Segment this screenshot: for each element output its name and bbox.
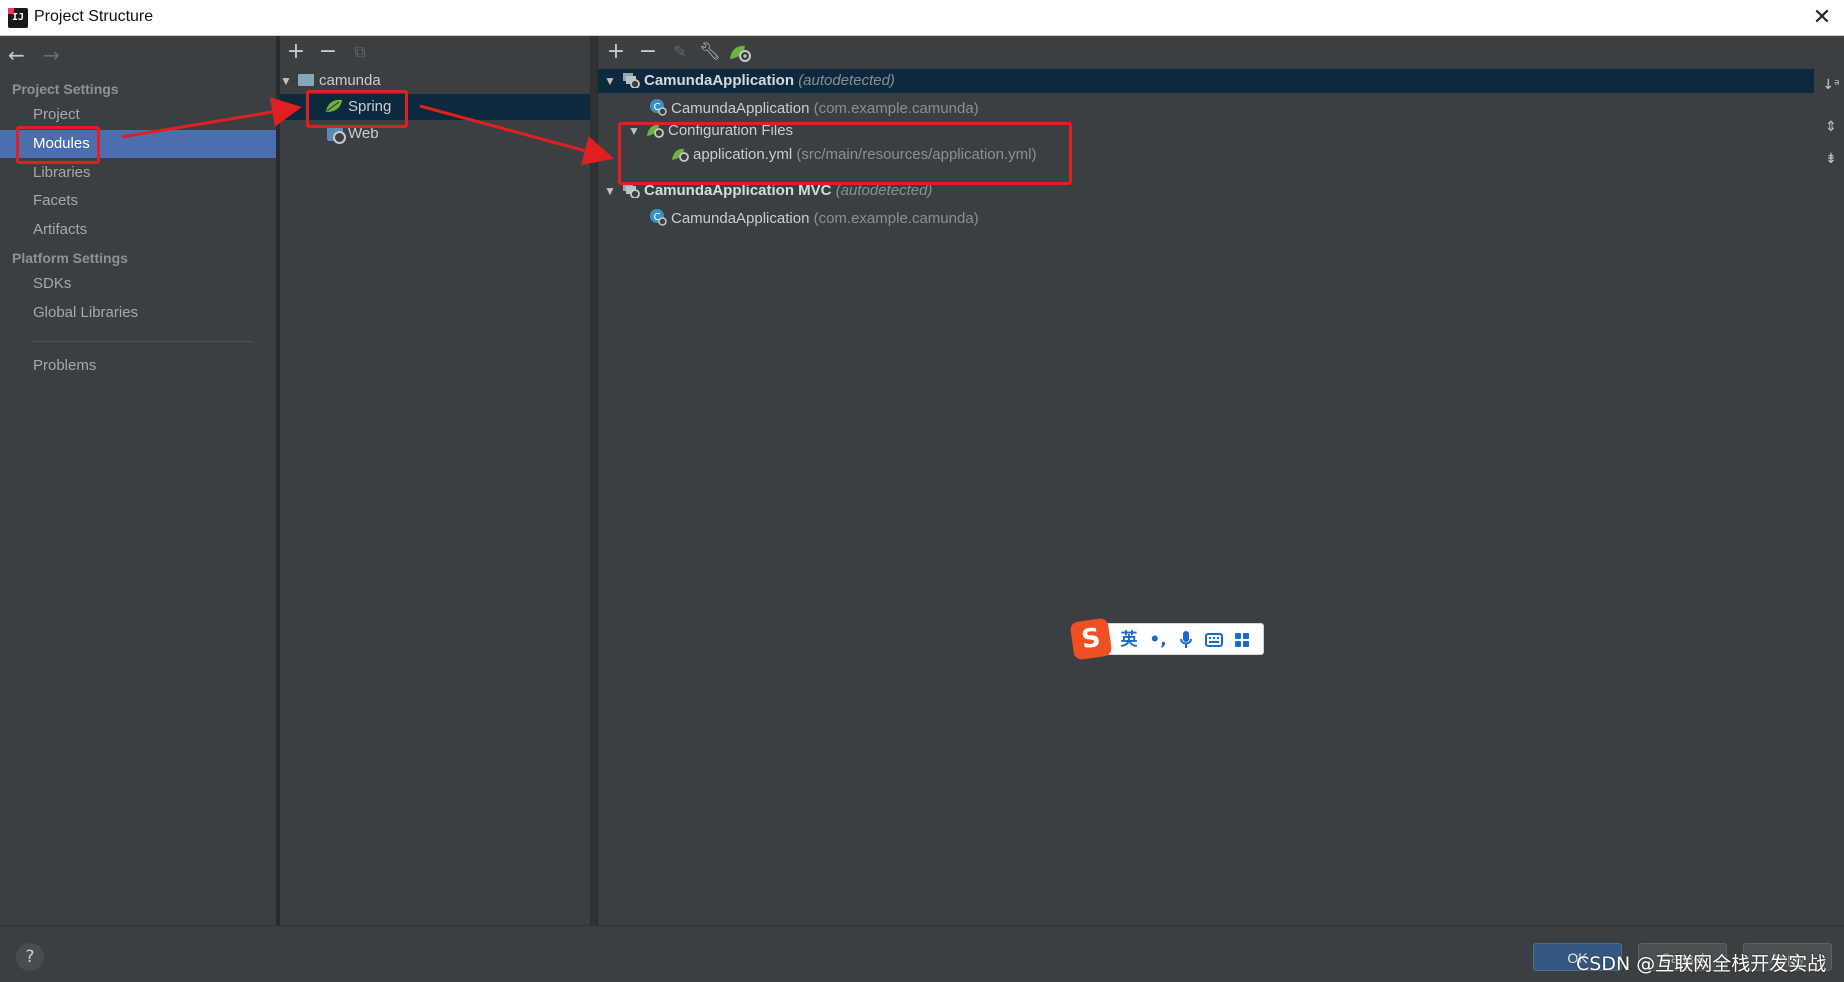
title-bar: IJ Project Structure ✕ (0, 0, 1844, 36)
ime-toolbar: S 英 •, (1069, 617, 1264, 661)
spring-boot-class-icon: C (649, 98, 667, 116)
spring-config-icon[interactable] (728, 40, 752, 64)
window-title: Project Structure (34, 8, 154, 25)
sidebar-item-project[interactable]: Project (0, 101, 276, 129)
navigation-arrows: ← → (8, 44, 69, 66)
spring-context-icon (622, 71, 640, 89)
expand-all-icon[interactable]: ⇕ (1820, 116, 1842, 138)
back-arrow-icon[interactable]: ← (8, 44, 34, 66)
add-icon[interactable]: + (604, 40, 628, 64)
edit-pencil-icon[interactable]: ✎ (668, 40, 692, 64)
copy-icon[interactable]: ⧉ (348, 40, 372, 64)
spring-boot-class-node[interactable]: C CamundaApplication (com.example.camunda… (649, 205, 979, 231)
remove-icon[interactable]: − (636, 40, 660, 64)
close-window-button[interactable]: ✕ (1808, 4, 1836, 32)
sidebar-divider (33, 341, 253, 342)
dialog-button-bar: ? OK Cancel Apply CSDN @互联网全栈开发实战 (0, 925, 1844, 982)
pane-splitter[interactable] (590, 36, 598, 925)
add-icon[interactable]: + (284, 40, 308, 64)
sidebar-item-global-libraries[interactable]: Global Libraries (0, 299, 276, 327)
context-suffix: (autodetected) (798, 72, 895, 89)
expand-triangle-icon[interactable]: ▼ (604, 68, 622, 94)
wrench-icon[interactable]: 🔧︎ (698, 40, 722, 64)
annotation-box-config-files (618, 122, 1072, 185)
collapse-all-icon[interactable]: ⇟ (1820, 148, 1842, 170)
keyboard-icon[interactable] (1203, 628, 1225, 652)
ime-punctuation-toggle[interactable]: •, (1147, 628, 1169, 652)
tree-side-toolbar: ↓ᵃ ⇕ ⇟ (1818, 36, 1844, 925)
sidebar-item-problems[interactable]: Problems (0, 352, 276, 380)
spring-context-group[interactable]: ▼ CamundaApplication (autodetected) (604, 68, 895, 94)
class-package: (com.example.camunda) (813, 100, 979, 117)
settings-sidebar: ← → Project Settings Project Modules Lib… (0, 36, 276, 925)
project-settings-header: Project Settings (12, 81, 119, 97)
sidebar-item-facets[interactable]: Facets (0, 187, 276, 215)
class-name: CamundaApplication (671, 100, 810, 117)
sidebar-item-artifacts[interactable]: Artifacts (0, 216, 276, 244)
ime-language-toggle[interactable]: 英 (1117, 628, 1141, 652)
csdn-watermark: CSDN @互联网全栈开发实战 (1576, 953, 1827, 975)
microphone-icon[interactable] (1175, 628, 1197, 652)
intellij-app-icon: IJ (8, 8, 28, 28)
spring-boot-class-icon: C (649, 208, 667, 226)
sidebar-item-sdks[interactable]: SDKs (0, 270, 276, 298)
platform-settings-header: Platform Settings (12, 250, 128, 266)
annotation-box-modules (16, 126, 100, 164)
help-button[interactable]: ? (16, 943, 44, 971)
sort-alpha-icon[interactable]: ↓ᵃ (1820, 74, 1842, 96)
remove-icon[interactable]: − (316, 40, 340, 64)
class-package: (com.example.camunda) (813, 210, 979, 227)
expand-triangle-icon[interactable]: ▼ (280, 68, 298, 94)
forward-arrow-icon[interactable]: → (43, 44, 69, 66)
module-folder-icon (298, 74, 314, 86)
class-name: CamundaApplication (671, 210, 810, 227)
modules-tree-pane: + − ⧉ ▼ camunda Spring Web (280, 36, 590, 925)
context-name: CamundaApplication (644, 72, 795, 89)
sogou-logo-icon[interactable]: S (1069, 617, 1113, 661)
annotation-box-spring (306, 90, 408, 128)
module-label: camunda (319, 72, 381, 89)
apps-grid-icon[interactable] (1231, 628, 1253, 652)
